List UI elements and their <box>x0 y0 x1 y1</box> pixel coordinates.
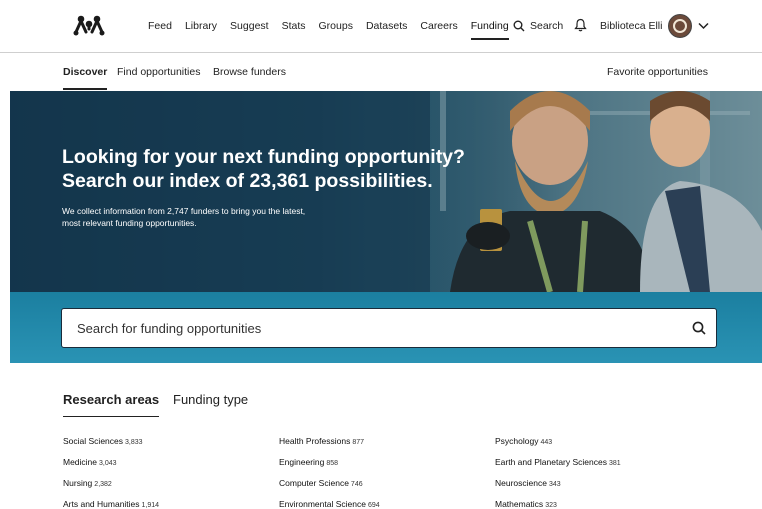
main-nav-links: Feed Library Suggest Stats Groups Datase… <box>148 0 522 52</box>
nav-groups[interactable]: Groups <box>319 0 353 52</box>
area-count: 858 <box>326 460 339 467</box>
nav-library[interactable]: Library <box>185 0 217 52</box>
search-icon <box>513 20 525 32</box>
tab-funding-type[interactable]: Funding type <box>173 392 248 407</box>
area-name: Computer Science <box>279 478 349 488</box>
area-name: Social Sciences <box>63 436 124 446</box>
area-count: 3,833 <box>125 439 143 446</box>
area-name: Neuroscience <box>495 478 547 488</box>
area-link[interactable]: Medicine 3,043 <box>63 457 117 467</box>
area-link[interactable]: Social Sciences 3,833 <box>63 436 143 446</box>
user-name: Biblioteca Elli <box>600 20 663 32</box>
user-menu[interactable]: Biblioteca Elli <box>600 0 709 52</box>
nav-feed[interactable]: Feed <box>148 0 172 52</box>
hero-title-line-2: Search our index of 23,361 possibilities… <box>62 170 433 192</box>
nav-suggest[interactable]: Suggest <box>230 0 269 52</box>
search-icon[interactable] <box>692 321 706 335</box>
area-link[interactable]: Neuroscience 343 <box>495 478 561 488</box>
area-name: Health Professions <box>279 436 351 446</box>
area-link[interactable]: Computer Science 746 <box>279 478 363 488</box>
area-count: 3,043 <box>99 460 117 467</box>
hero-subtitle: We collect information from 2,747 funder… <box>62 205 382 229</box>
nav-stats[interactable]: Stats <box>282 0 306 52</box>
bell-icon[interactable] <box>574 18 587 32</box>
hero-title-line-1: Looking for your next funding opportunit… <box>62 146 465 168</box>
area-count: 2,382 <box>94 481 112 488</box>
subnav-browse-funders[interactable]: Browse funders <box>213 53 286 91</box>
subnav-favorite-opportunities[interactable]: Favorite opportunities <box>607 53 708 91</box>
funding-search-input[interactable] <box>75 319 669 337</box>
nav-careers[interactable]: Careers <box>420 0 457 52</box>
subnav-discover[interactable]: Discover <box>63 53 108 91</box>
avatar <box>668 14 693 38</box>
nav-funding[interactable]: Funding <box>470 0 509 52</box>
sub-navigation: Discover Find opportunities Browse funde… <box>0 53 762 91</box>
area-count: 877 <box>352 439 365 446</box>
nav-datasets[interactable]: Datasets <box>366 0 407 52</box>
nav-search-button[interactable]: Search <box>513 0 563 52</box>
area-name: Nursing <box>63 478 93 488</box>
hero-banner: Looking for your next funding opportunit… <box>10 91 762 292</box>
tab-research-areas[interactable]: Research areas <box>63 392 160 417</box>
area-link[interactable]: Psychology 443 <box>495 436 552 446</box>
area-count: 746 <box>350 481 363 488</box>
area-count: 343 <box>548 481 561 488</box>
hero-subtitle-line-2: most relevant funding opportunities. <box>62 218 197 228</box>
area-link[interactable]: Nursing 2,382 <box>63 478 112 488</box>
area-name: Engineering <box>279 457 325 467</box>
search-box <box>61 308 717 348</box>
area-count: 381 <box>608 460 621 467</box>
top-navigation: Feed Library Suggest Stats Groups Datase… <box>0 0 762 53</box>
hero-title: Looking for your next funding opportunit… <box>62 145 482 193</box>
area-name: Medicine <box>63 457 98 467</box>
mendeley-logo-icon[interactable] <box>72 13 106 37</box>
area-link[interactable]: Health Professions 877 <box>279 436 364 446</box>
subnav-find-opportunities[interactable]: Find opportunities <box>117 53 200 91</box>
nav-search-label: Search <box>530 20 564 32</box>
area-name: Earth and Planetary Sciences <box>495 457 607 467</box>
area-count: 443 <box>540 439 553 446</box>
area-link[interactable]: Engineering 858 <box>279 457 338 467</box>
search-band <box>10 292 762 363</box>
area-link[interactable]: Earth and Planetary Sciences 381 <box>495 457 621 467</box>
chevron-down-icon <box>698 22 709 30</box>
hero-subtitle-line-1: We collect information from 2,747 funder… <box>62 206 306 216</box>
area-name: Psychology <box>495 436 539 446</box>
